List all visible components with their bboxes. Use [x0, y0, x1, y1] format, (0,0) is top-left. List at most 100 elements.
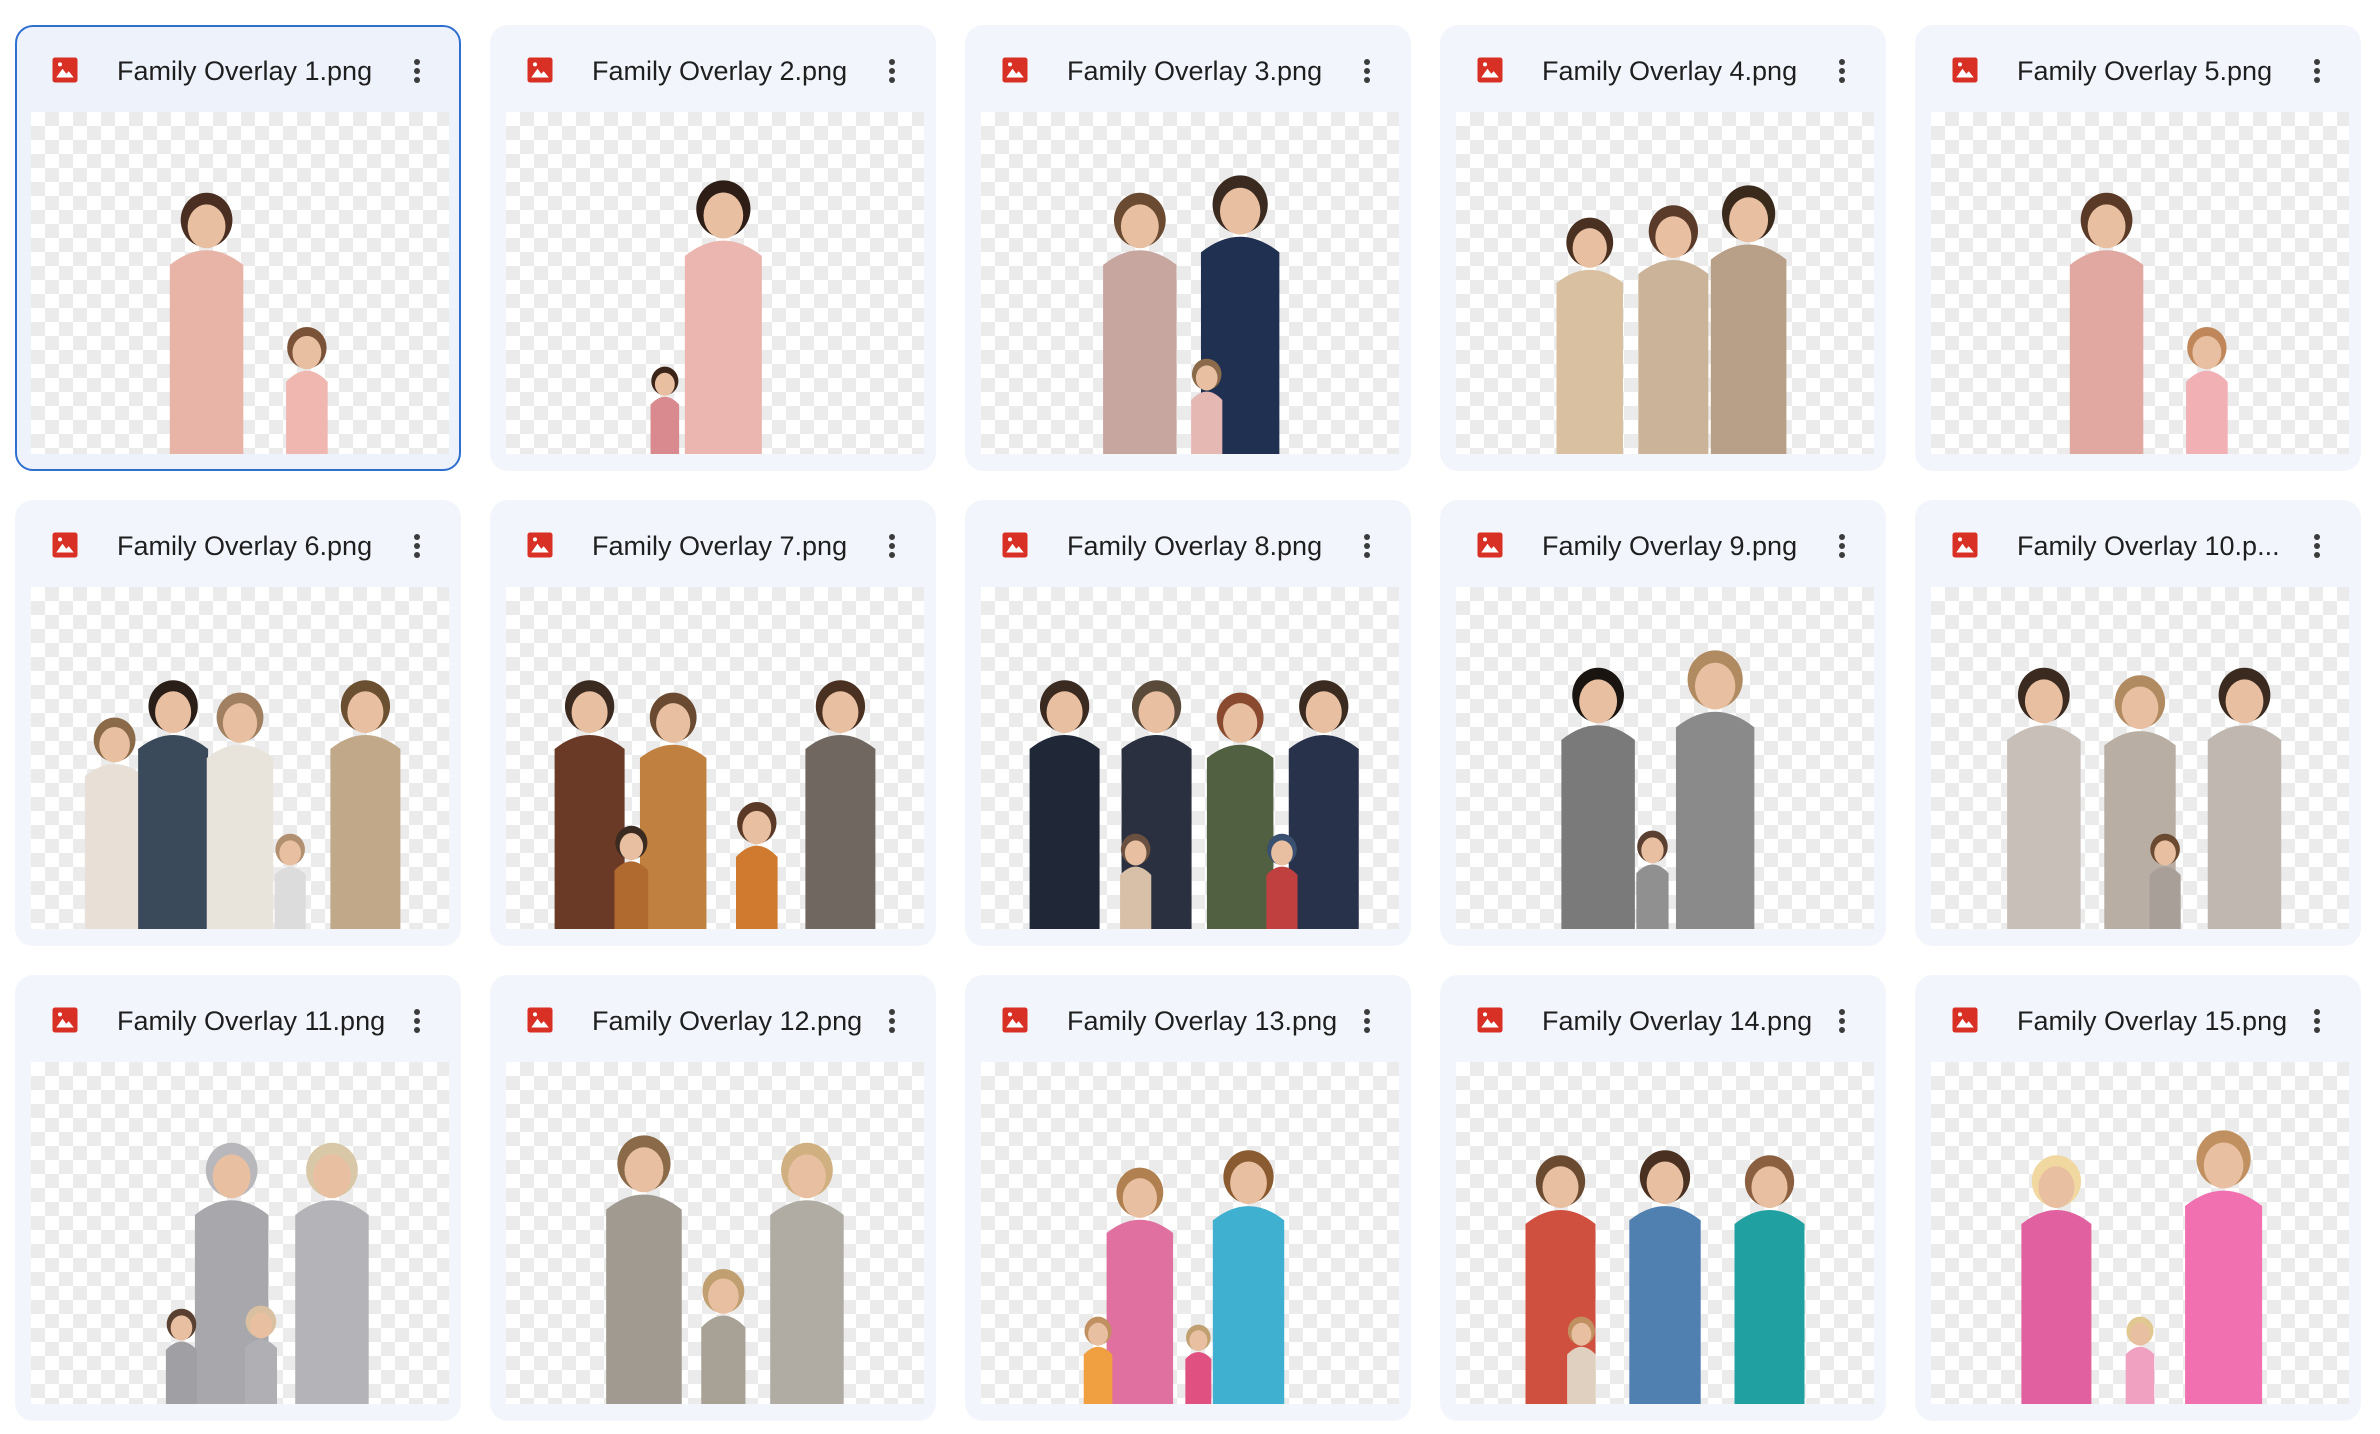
more-actions-button[interactable]: [872, 999, 912, 1043]
person-figure: [684, 180, 762, 454]
image-thumbnail[interactable]: [506, 1062, 924, 1404]
more-vertical-icon: [889, 1009, 895, 1033]
image-thumbnail[interactable]: [506, 112, 924, 454]
file-card[interactable]: Family Overlay 4.png: [1440, 25, 1886, 471]
file-card-header: Family Overlay 13.png: [967, 977, 1409, 1062]
file-name: Family Overlay 13.png: [1067, 1006, 1338, 1036]
file-card-header: Family Overlay 14.png: [1442, 977, 1884, 1062]
image-thumbnail[interactable]: [506, 587, 924, 929]
image-file-icon: [52, 57, 78, 83]
more-actions-button[interactable]: [2297, 524, 2337, 568]
image-thumbnail[interactable]: [981, 112, 1399, 454]
person-figure: [701, 1269, 746, 1404]
more-vertical-icon: [889, 59, 895, 83]
file-name: Family Overlay 15.png: [2017, 1006, 2288, 1036]
more-actions-button[interactable]: [1822, 49, 1862, 93]
more-vertical-icon: [889, 534, 895, 558]
person-figure: [2125, 1316, 2155, 1404]
more-actions-button[interactable]: [1347, 999, 1387, 1043]
image-thumbnail[interactable]: [1931, 587, 2349, 929]
file-name: Family Overlay 8.png: [1067, 531, 1323, 561]
image-file-icon: [1477, 57, 1503, 83]
more-actions-button[interactable]: [2297, 49, 2337, 93]
person-figure: [736, 801, 778, 929]
image-thumbnail[interactable]: [1456, 112, 1874, 454]
image-thumbnail[interactable]: [981, 1062, 1399, 1404]
more-vertical-icon: [1364, 1009, 1370, 1033]
file-name: Family Overlay 6.png: [117, 531, 373, 561]
person-figure: [1288, 680, 1359, 929]
file-name: Family Overlay 14.png: [1542, 1006, 1813, 1036]
file-card[interactable]: Family Overlay 1.png: [15, 25, 461, 471]
file-card[interactable]: Family Overlay 8.png: [965, 500, 1411, 946]
file-card[interactable]: Family Overlay 12.png: [490, 975, 936, 1421]
person-figure: [1567, 1316, 1596, 1404]
person-figure: [330, 680, 401, 929]
file-card[interactable]: Family Overlay 5.png: [1915, 25, 2361, 471]
file-card-header: Family Overlay 8.png: [967, 502, 1409, 587]
person-figure: [1185, 1324, 1212, 1404]
file-card-header: Family Overlay 2.png: [492, 27, 934, 112]
person-figure: [1556, 217, 1624, 454]
image-thumbnail[interactable]: [1931, 1062, 2349, 1404]
person-figure: [1206, 692, 1274, 929]
more-actions-button[interactable]: [397, 49, 437, 93]
image-file-icon: [1952, 1007, 1978, 1033]
file-card-header: Family Overlay 6.png: [17, 502, 459, 587]
file-card[interactable]: Family Overlay 2.png: [490, 25, 936, 471]
file-name: Family Overlay 2.png: [592, 56, 848, 86]
more-actions-button[interactable]: [1347, 524, 1387, 568]
file-card[interactable]: Family Overlay 15.png: [1915, 975, 2361, 1421]
person-figure: [1120, 833, 1152, 929]
person-figure: [770, 1142, 844, 1404]
person-figure: [1710, 185, 1787, 454]
more-actions-button[interactable]: [1347, 49, 1387, 93]
file-card[interactable]: Family Overlay 10.p...: [1915, 500, 2361, 946]
person-figure: [805, 680, 876, 929]
person-figure: [274, 833, 306, 929]
image-thumbnail[interactable]: [31, 587, 449, 929]
person-figure: [2207, 667, 2282, 929]
person-figure: [206, 692, 274, 929]
person-figure: [1675, 650, 1755, 929]
image-file-icon: [1477, 532, 1503, 558]
file-card[interactable]: Family Overlay 14.png: [1440, 975, 1886, 1421]
file-card[interactable]: Family Overlay 3.png: [965, 25, 1411, 471]
person-figure: [1083, 1316, 1113, 1404]
file-card[interactable]: Family Overlay 7.png: [490, 500, 936, 946]
person-figure: [84, 717, 145, 929]
person-figure: [169, 192, 244, 454]
person-figure: [2021, 1155, 2092, 1404]
file-card[interactable]: Family Overlay 13.png: [965, 975, 1411, 1421]
more-actions-button[interactable]: [872, 49, 912, 93]
more-vertical-icon: [1839, 534, 1845, 558]
file-card-header: Family Overlay 9.png: [1442, 502, 1884, 587]
image-thumbnail[interactable]: [1456, 587, 1874, 929]
family-photo-figures: [1029, 680, 1359, 929]
more-vertical-icon: [2314, 534, 2320, 558]
file-card[interactable]: Family Overlay 9.png: [1440, 500, 1886, 946]
image-thumbnail[interactable]: [1931, 112, 2349, 454]
person-figure: [2069, 192, 2144, 454]
person-figure: [614, 825, 649, 929]
more-actions-button[interactable]: [2297, 999, 2337, 1043]
more-actions-button[interactable]: [397, 999, 437, 1043]
image-thumbnail[interactable]: [981, 587, 1399, 929]
image-thumbnail[interactable]: [1456, 1062, 1874, 1404]
image-thumbnail[interactable]: [31, 112, 449, 454]
more-actions-button[interactable]: [872, 524, 912, 568]
person-figure: [2149, 833, 2181, 929]
file-name: Family Overlay 11.png: [117, 1006, 386, 1036]
more-vertical-icon: [2314, 1009, 2320, 1033]
file-name: Family Overlay 5.png: [2017, 56, 2273, 86]
file-card[interactable]: Family Overlay 6.png: [15, 500, 461, 946]
more-actions-button[interactable]: [1822, 999, 1862, 1043]
file-card[interactable]: Family Overlay 11.png: [15, 975, 461, 1421]
more-actions-button[interactable]: [397, 524, 437, 568]
image-file-icon: [1002, 532, 1028, 558]
image-file-icon: [52, 532, 78, 558]
image-thumbnail[interactable]: [31, 1062, 449, 1404]
person-figure: [1638, 205, 1709, 454]
more-actions-button[interactable]: [1822, 524, 1862, 568]
person-figure: [286, 326, 328, 454]
